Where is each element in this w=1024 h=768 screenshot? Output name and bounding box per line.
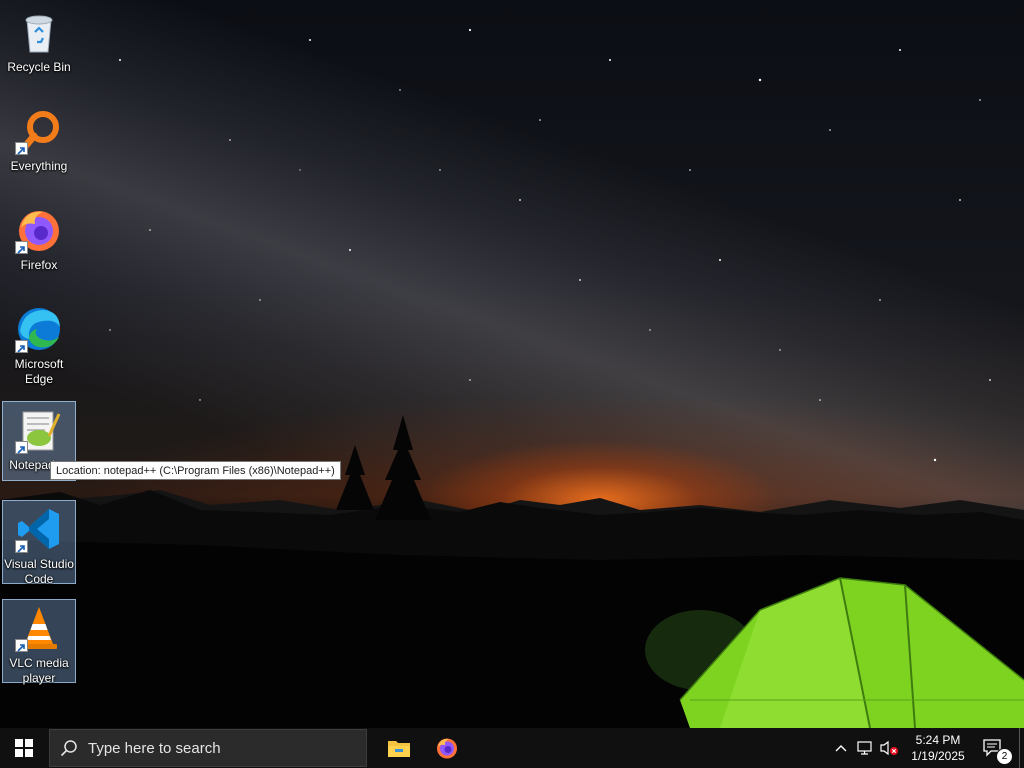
shortcut-arrow-icon (15, 142, 28, 155)
desktop-icon-label: Microsoft Edge (14, 357, 64, 386)
clock-time: 5:24 PM (915, 733, 961, 747)
search-placeholder: Type here to search (88, 739, 221, 757)
desktop-icon-recycle-bin[interactable]: Recycle Bin (2, 4, 76, 88)
desktop-icon-label: VLC media player (9, 656, 69, 685)
show-hidden-icons-button[interactable] (829, 728, 853, 768)
show-desktop-button[interactable] (1019, 728, 1024, 768)
shortcut-arrow-icon (15, 540, 28, 553)
firefox-icon (15, 206, 63, 254)
volume-muted-icon (880, 740, 898, 756)
desktop-icon-vscode[interactable]: Visual Studio Code (2, 500, 76, 586)
action-center-button[interactable]: 2 (971, 728, 1015, 768)
shortcut-arrow-icon (15, 340, 28, 353)
clock-date: 1/19/2025 (911, 749, 965, 763)
firefox-icon (437, 738, 457, 759)
desktop[interactable]: Recycle Bin Everything Firefox Microsoft… (0, 0, 1024, 728)
taskbar-search-box[interactable]: Type here to search (49, 729, 367, 767)
desktop-icon-edge[interactable]: Microsoft Edge (2, 301, 76, 386)
desktop-icon-label: Visual Studio Code (4, 557, 74, 586)
desktop-icon-label: Recycle Bin (7, 60, 71, 74)
shortcut-arrow-icon (15, 441, 28, 454)
shortcut-arrow-icon (15, 241, 28, 254)
chevron-up-icon (835, 745, 847, 752)
icon-location-tooltip: Location: notepad++ (C:\Program Files (x… (50, 461, 341, 480)
taskbar-app-file-explorer[interactable] (375, 728, 423, 768)
desktop-icon-vlc[interactable]: VLC media player (2, 599, 76, 685)
desktop-icon-firefox[interactable]: Firefox (2, 202, 76, 286)
vlc-icon (15, 604, 63, 652)
start-button[interactable] (0, 728, 48, 768)
edge-icon (15, 305, 63, 353)
network-tray-icon[interactable] (853, 728, 877, 768)
taskbar: Type here to search 5:24 PM 1/19/2025 2 (0, 728, 1024, 768)
mountain-landscape (0, 415, 1024, 728)
system-tray: 5:24 PM 1/19/2025 2 (829, 728, 1024, 768)
search-icon (60, 740, 77, 757)
desktop-icon-label: Everything (10, 159, 68, 173)
recycle-bin-icon (15, 8, 63, 56)
desktop-icon-everything[interactable]: Everything (2, 103, 76, 187)
taskbar-app-firefox[interactable] (423, 728, 471, 768)
notification-count-badge: 2 (996, 748, 1013, 765)
vscode-icon (15, 505, 63, 553)
shortcut-arrow-icon (15, 639, 28, 652)
volume-tray-icon[interactable] (877, 728, 901, 768)
desktop-icon-label: Firefox (20, 258, 58, 272)
network-icon (857, 741, 872, 755)
everything-search-icon (15, 107, 63, 155)
file-explorer-icon (388, 741, 410, 757)
windows-logo-icon (15, 739, 33, 757)
taskbar-clock[interactable]: 5:24 PM 1/19/2025 (905, 732, 971, 764)
notepadpp-icon (15, 406, 63, 454)
